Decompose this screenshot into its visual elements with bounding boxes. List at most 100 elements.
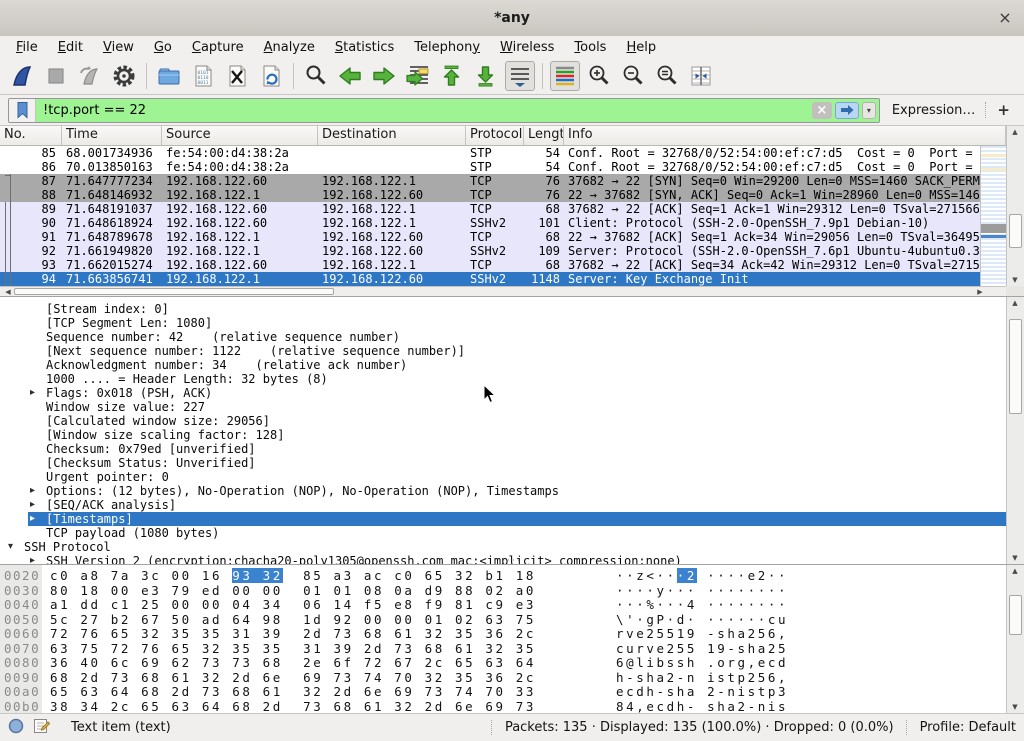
filter-apply-button[interactable] [835, 102, 859, 119]
detail-line[interactable]: Sequence number: 42 (relative sequence n… [0, 330, 1006, 344]
profile-text[interactable]: Profile: Default [920, 720, 1016, 735]
detail-line[interactable]: Checksum: 0x79ed [unverified] [0, 442, 1006, 456]
scroll-up-icon[interactable]: ▲ [1007, 127, 1023, 137]
menu-statistics[interactable]: Statistics [325, 38, 404, 57]
tree-collapsed-icon[interactable]: ▸ [30, 484, 35, 498]
find-packet-button[interactable] [301, 61, 331, 91]
column-header-source[interactable]: Source [162, 126, 318, 145]
packet-row[interactable]: 9271.661949820192.168.122.1192.168.122.6… [0, 244, 980, 258]
menu-wireless[interactable]: Wireless [490, 38, 564, 57]
menu-file[interactable]: File [6, 38, 48, 57]
detail-line[interactable]: Acknowledgment number: 34 (relative ack … [0, 358, 1006, 372]
restart-capture-button[interactable] [75, 61, 105, 91]
hex-row[interactable]: 0040a1 dd c1 25 00 00 04 34 06 14 f5 e8 … [0, 598, 1006, 613]
scroll-thumb[interactable] [1009, 319, 1022, 414]
auto-scroll-button[interactable] [505, 61, 535, 91]
detail-line[interactable]: Window size value: 227 [0, 400, 1006, 414]
filter-bookmark-icon[interactable] [9, 99, 36, 122]
packet-list-header[interactable]: No.TimeSourceDestinationProtocolLengthIn… [0, 126, 1006, 146]
menu-help[interactable]: Help [616, 38, 666, 57]
stop-capture-button[interactable] [41, 61, 71, 91]
reload-file-button[interactable] [256, 61, 286, 91]
scroll-up-icon[interactable]: ▲ [1007, 566, 1023, 576]
hex-row[interactable]: 003080 18 00 e3 79 ed 00 00 01 01 08 0a … [0, 584, 1006, 599]
tree-collapsed-icon[interactable]: ▸ [30, 386, 35, 400]
column-header-length[interactable]: Length [524, 126, 564, 145]
packet-row[interactable]: 9471.663856741192.168.122.1192.168.122.6… [0, 272, 980, 286]
packet-row[interactable]: 8670.013850163fe:54:00:d4:38:2aSTP54Conf… [0, 160, 980, 174]
scroll-thumb[interactable] [14, 288, 334, 295]
display-filter-input[interactable]: !tcp.port == 22 [36, 99, 812, 122]
menu-go[interactable]: Go [144, 38, 182, 57]
details-vscrollbar[interactable]: ▲ ▼ [1006, 297, 1024, 564]
expert-info-icon[interactable] [8, 718, 24, 738]
column-header-protocol[interactable]: Protocol [466, 126, 524, 145]
detail-line[interactable]: 1000 .... = Header Length: 32 bytes (8) [0, 372, 1006, 386]
filter-dropdown-button[interactable]: ▾ [862, 102, 876, 119]
hex-row[interactable]: 007063 75 72 76 65 32 35 35 31 39 2d 73 … [0, 642, 1006, 657]
save-file-button[interactable]: 010101100011 [188, 61, 218, 91]
menu-analyze[interactable]: Analyze [254, 38, 325, 57]
hex-row[interactable]: 00a065 63 64 68 2d 73 68 61 32 2d 6e 69 … [0, 685, 1006, 700]
tree-collapsed-icon[interactable]: ▸ [30, 512, 35, 526]
packet-row[interactable]: 9371.662015274192.168.122.60192.168.122.… [0, 258, 980, 272]
capture-comment-icon[interactable] [33, 717, 50, 738]
hex-row[interactable]: 006072 76 65 32 35 35 31 39 2d 73 68 61 … [0, 627, 1006, 642]
detail-line[interactable]: [TCP Segment Len: 1080] [0, 316, 1006, 330]
resize-columns-button[interactable] [686, 61, 716, 91]
menu-capture[interactable]: Capture [182, 38, 254, 57]
go-first-button[interactable] [437, 61, 467, 91]
tree-collapsed-icon[interactable]: ▸ [30, 498, 35, 512]
detail-line[interactable]: ▸[Timestamps] [0, 512, 1006, 526]
open-file-button[interactable] [154, 61, 184, 91]
capture-options-button[interactable] [109, 61, 139, 91]
scroll-thumb[interactable] [1009, 595, 1022, 635]
column-header-destination[interactable]: Destination [318, 126, 466, 145]
go-to-packet-button[interactable] [403, 61, 433, 91]
packet-row[interactable]: 8771.647777234192.168.122.60192.168.122.… [0, 174, 980, 188]
hex-row[interactable]: 0020c0 a8 7a 3c 00 16 93 32 85 a3 ac c0 … [0, 569, 1006, 584]
filter-clear-button[interactable]: × [812, 102, 832, 119]
packet-row[interactable]: 9071.648618924192.168.122.60192.168.122.… [0, 216, 980, 230]
scroll-down-icon[interactable]: ▼ [1007, 275, 1023, 285]
intelligent-scrollbar-minimap[interactable] [980, 146, 1006, 286]
packet-row[interactable]: 8971.648191037192.168.122.60192.168.122.… [0, 202, 980, 216]
detail-line[interactable]: [Window size scaling factor: 128] [0, 428, 1006, 442]
tree-expanded-icon[interactable]: ▾ [8, 540, 13, 554]
detail-line[interactable]: ▾SSH Protocol [0, 540, 1006, 554]
colorize-button[interactable] [550, 61, 580, 91]
menu-tools[interactable]: Tools [564, 38, 616, 57]
go-forward-button[interactable] [369, 61, 399, 91]
column-header-time[interactable]: Time [62, 126, 162, 145]
hex-row[interactable]: 009068 2d 73 68 61 32 2d 6e 69 73 74 70 … [0, 671, 1006, 686]
scroll-thumb[interactable] [1009, 214, 1022, 248]
hex-row[interactable]: 00505c 27 b2 67 50 ad 64 98 1d 92 00 00 … [0, 613, 1006, 628]
detail-line[interactable]: [Checksum Status: Unverified] [0, 456, 1006, 470]
hex-row[interactable]: 00b038 34 2c 65 63 64 68 2d 73 68 61 32 … [0, 700, 1006, 714]
expression-button[interactable]: Expression… [892, 103, 976, 118]
menu-telephony[interactable]: Telephony [404, 38, 490, 57]
close-file-button[interactable] [222, 61, 252, 91]
hex-row[interactable]: 008036 40 6c 69 62 73 73 68 2e 6f 72 67 … [0, 656, 1006, 671]
scroll-up-icon[interactable]: ▲ [1007, 298, 1023, 308]
titlebar[interactable]: *any × [0, 0, 1024, 37]
column-header-no[interactable]: No. [0, 126, 62, 145]
start-capture-button[interactable] [7, 61, 37, 91]
bytes-vscrollbar[interactable]: ▲ ▼ [1006, 565, 1024, 713]
detail-line[interactable]: ▸Options: (12 bytes), No-Operation (NOP)… [0, 484, 1006, 498]
close-icon[interactable]: × [996, 9, 1014, 27]
detail-line[interactable]: ▸Flags: 0x018 (PSH, ACK) [0, 386, 1006, 400]
packet-row[interactable]: 8568.001734936fe:54:00:d4:38:2aSTP54Conf… [0, 146, 980, 160]
detail-line[interactable]: [Calculated window size: 29056] [0, 414, 1006, 428]
add-filter-button[interactable]: + [997, 101, 1010, 119]
scroll-down-icon[interactable]: ▼ [1007, 702, 1023, 712]
go-back-button[interactable] [335, 61, 365, 91]
menu-view[interactable]: View [93, 38, 144, 57]
display-filter-box[interactable]: !tcp.port == 22 × ▾ [8, 98, 880, 123]
detail-line[interactable]: [Next sequence number: 1122 (relative se… [0, 344, 1006, 358]
packet-row[interactable]: 8871.648146932192.168.122.1192.168.122.6… [0, 188, 980, 202]
zoom-original-button[interactable] [652, 61, 682, 91]
zoom-out-button[interactable] [618, 61, 648, 91]
packet-list-hscrollbar[interactable]: ◀ ▶ [0, 286, 1006, 296]
zoom-in-button[interactable] [584, 61, 614, 91]
